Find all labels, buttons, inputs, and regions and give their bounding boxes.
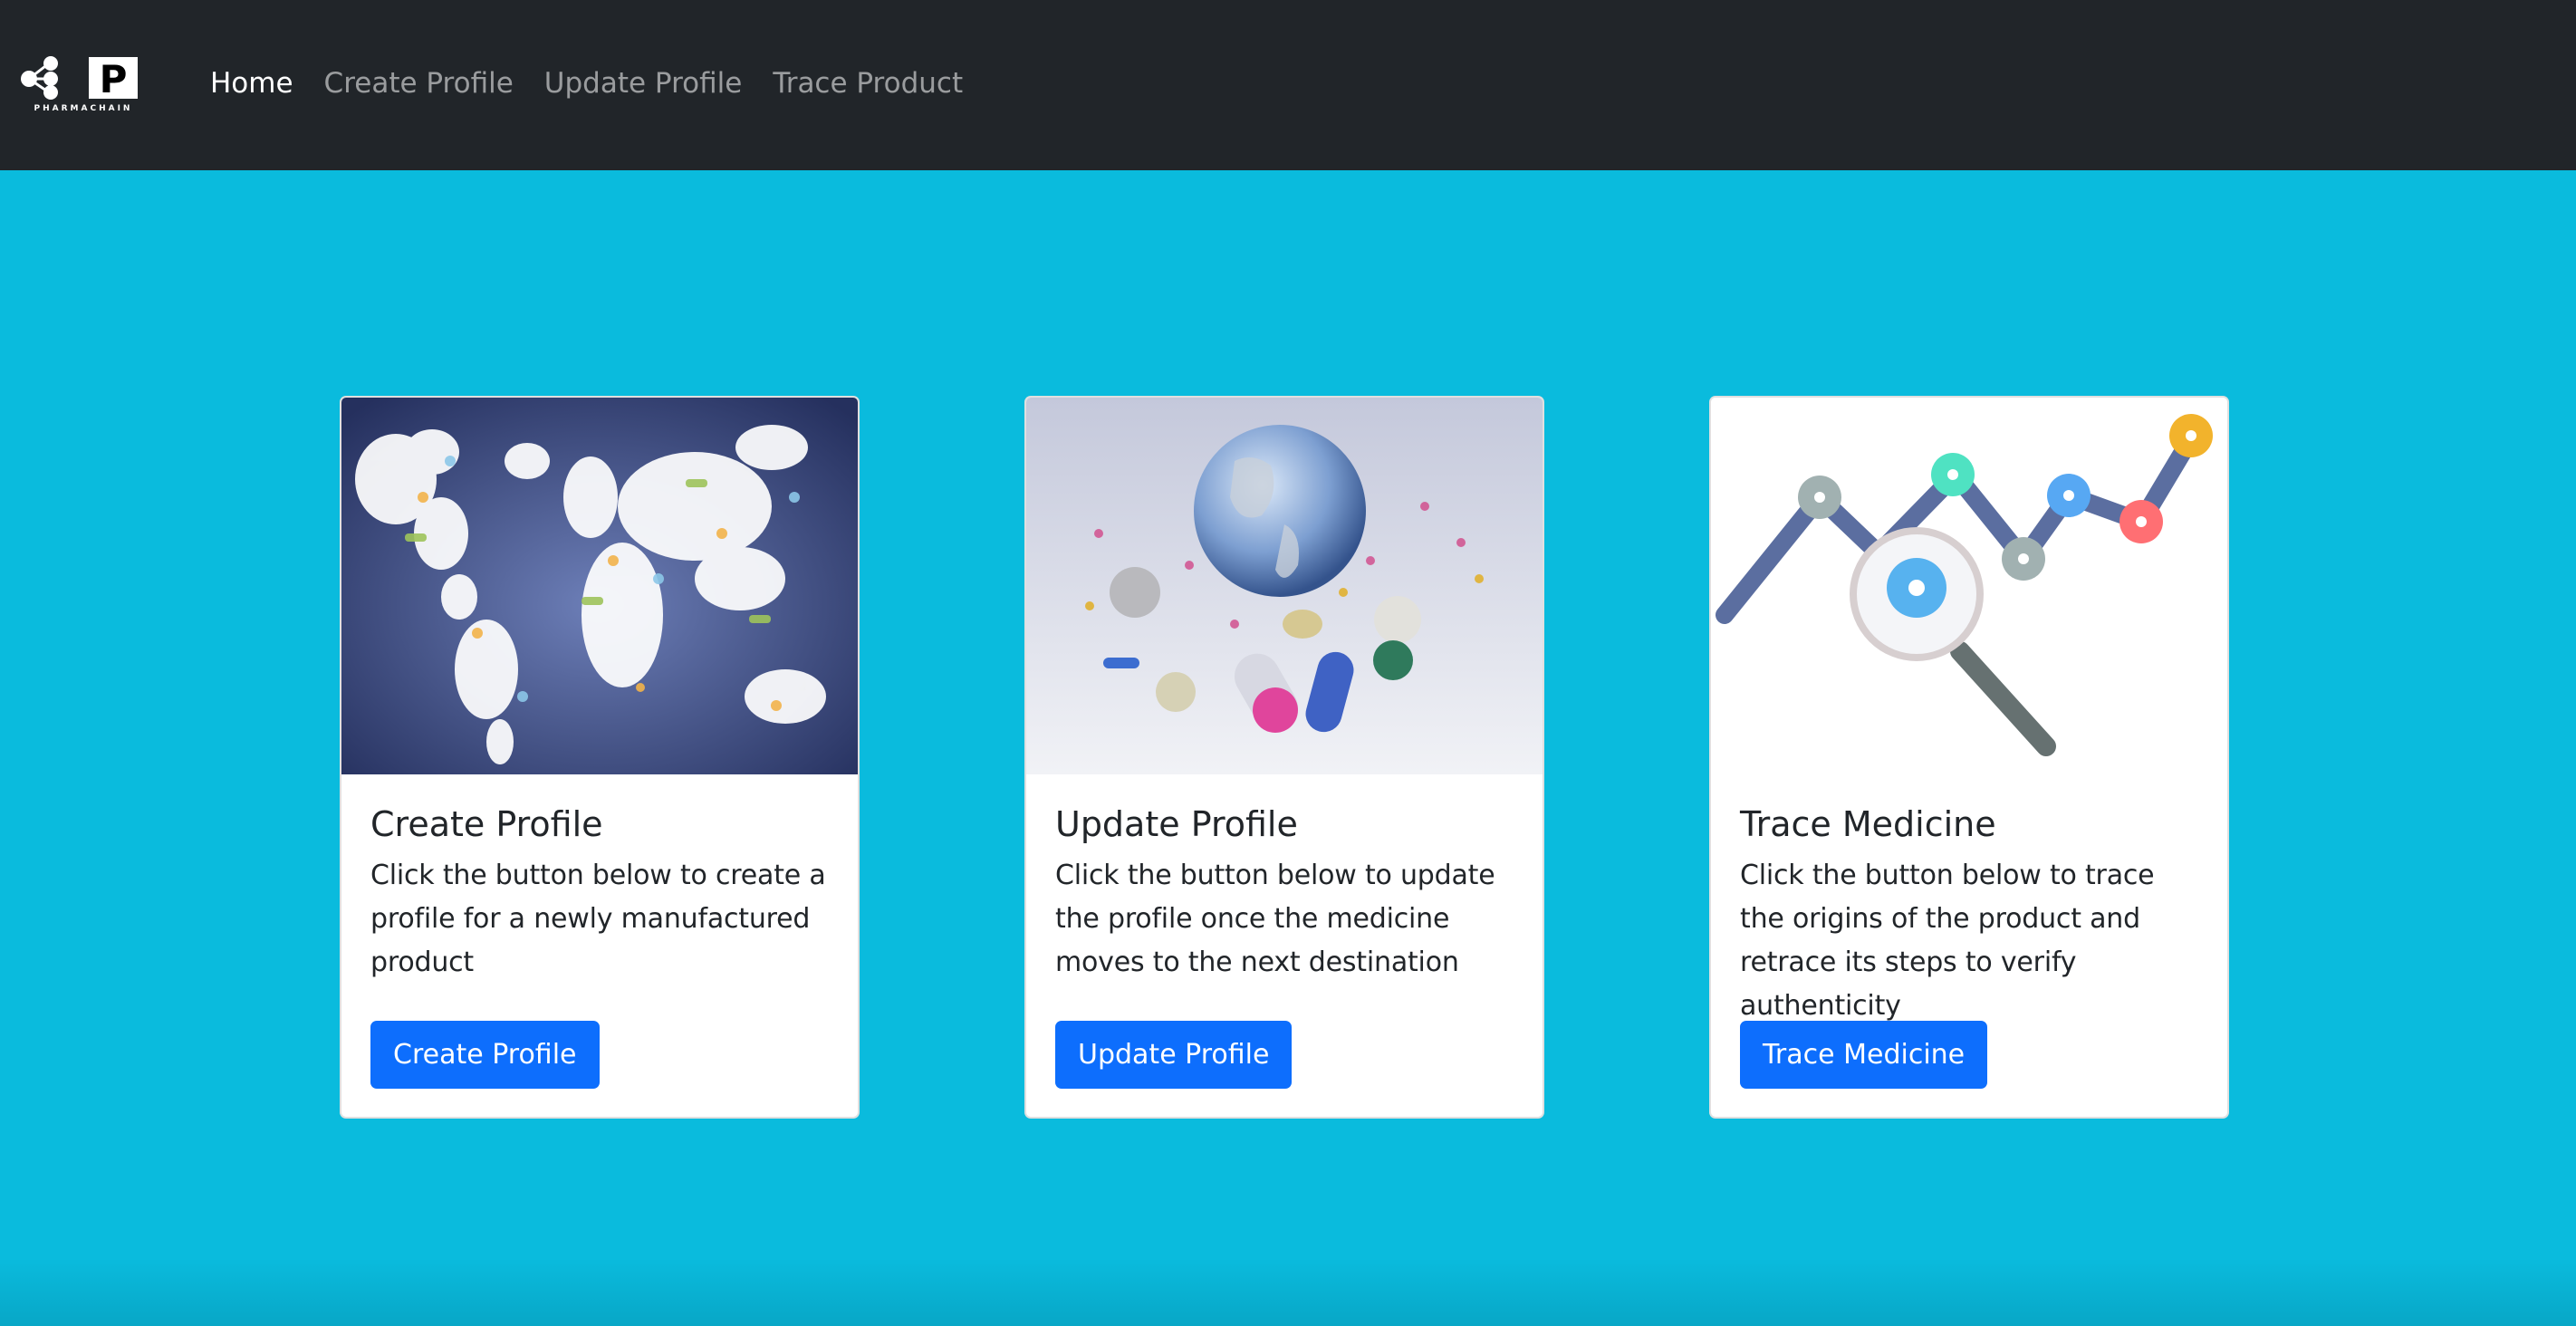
nav-links: Home Create Profile Update Profile Trace… (210, 65, 963, 101)
card-title: Update Profile (1055, 804, 1298, 844)
card-text: Click the button below to trace the orig… (1740, 860, 2155, 1022)
card-body: Update Profile Click the button below to… (1055, 803, 1517, 985)
svg-text:P: P (100, 57, 128, 101)
nav-trace-product-link[interactable]: Trace Product (773, 65, 963, 101)
create-profile-card: Create Profile Click the button below to… (340, 396, 860, 1119)
trace-magnifier-graph-image (1711, 398, 2227, 774)
navbar: P PHARMACHAIN Home Create Profile Update… (0, 0, 2576, 170)
card-title: Trace Medicine (1740, 804, 1996, 844)
footer-shadow (0, 1259, 2576, 1326)
trace-medicine-button[interactable]: Trace Medicine (1740, 1021, 1988, 1089)
brand-logo[interactable]: P PHARMACHAIN (18, 54, 145, 113)
pharmachain-logo-icon: P PHARMACHAIN (21, 56, 138, 113)
card-text: Click the button below to update the pro… (1055, 860, 1495, 978)
update-profile-button[interactable]: Update Profile (1055, 1021, 1293, 1089)
card-text: Click the button below to create a profi… (370, 860, 826, 978)
world-map-of-pills-image (341, 398, 858, 774)
create-profile-button[interactable]: Create Profile (370, 1021, 600, 1089)
nav-create-profile-link[interactable]: Create Profile (324, 65, 514, 101)
nav-update-profile-link[interactable]: Update Profile (544, 65, 743, 101)
update-profile-card: Update Profile Click the button below to… (1024, 396, 1544, 1119)
card-body: Trace Medicine Click the button below to… (1740, 803, 2202, 1028)
card-body: Create Profile Click the button below to… (370, 803, 832, 985)
globe-with-pills-image (1026, 398, 1543, 774)
nav-home-link[interactable]: Home (210, 65, 293, 101)
svg-text:PHARMACHAIN: PHARMACHAIN (34, 104, 133, 112)
card-title: Create Profile (370, 804, 603, 844)
trace-medicine-card: Trace Medicine Click the button below to… (1709, 396, 2229, 1119)
